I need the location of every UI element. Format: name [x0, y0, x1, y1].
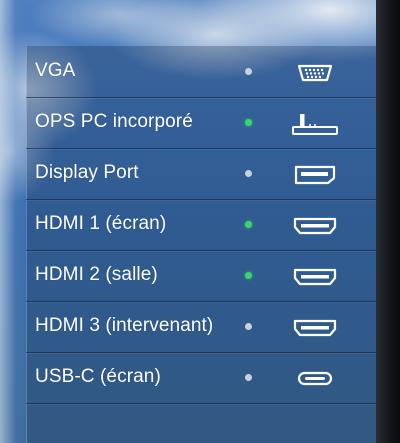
status-dot-active	[245, 221, 252, 228]
source-item-hdmi-1[interactable]: HDMI 1 (écran)	[26, 199, 376, 251]
source-label: HDMI 2 (salle)	[35, 264, 158, 285]
source-item-hdmi-2[interactable]: HDMI 2 (salle)	[26, 250, 376, 302]
source-label: HDMI 3 (intervenant)	[35, 315, 214, 336]
status-dot-active	[245, 272, 252, 279]
source-item-hdmi-3[interactable]: HDMI 3 (intervenant)	[26, 301, 376, 353]
source-label: VGA	[35, 60, 76, 81]
right-edge	[376, 0, 400, 443]
source-item-ops-pc[interactable]: OPS PC incorporé	[26, 97, 376, 149]
hdmi-port-icon	[290, 311, 340, 343]
source-item-displayport[interactable]: Display Port	[26, 148, 376, 200]
vga-port-icon	[290, 56, 340, 88]
displayport-icon	[290, 158, 340, 190]
status-dot-inactive	[245, 374, 252, 381]
source-item-vga[interactable]: VGA	[26, 46, 376, 98]
status-dot-inactive	[245, 323, 252, 330]
display-screen: VGA OPS PC incorporé Display Port HDMI 1…	[0, 0, 400, 443]
source-label: USB-C (écran)	[35, 366, 161, 387]
hdmi-port-icon	[290, 209, 340, 241]
source-label: OPS PC incorporé	[35, 111, 193, 132]
usb-c-port-icon	[290, 362, 340, 394]
hdmi-port-icon	[290, 260, 340, 292]
status-dot-active	[245, 119, 252, 126]
source-item-usb-c[interactable]: USB-C (écran)	[26, 352, 376, 404]
source-label: Display Port	[35, 162, 139, 183]
status-dot-inactive	[245, 68, 252, 75]
left-edge	[0, 0, 26, 443]
source-label: HDMI 1 (écran)	[35, 213, 167, 234]
status-dot-inactive	[245, 170, 252, 177]
ops-pc-icon	[290, 107, 340, 139]
